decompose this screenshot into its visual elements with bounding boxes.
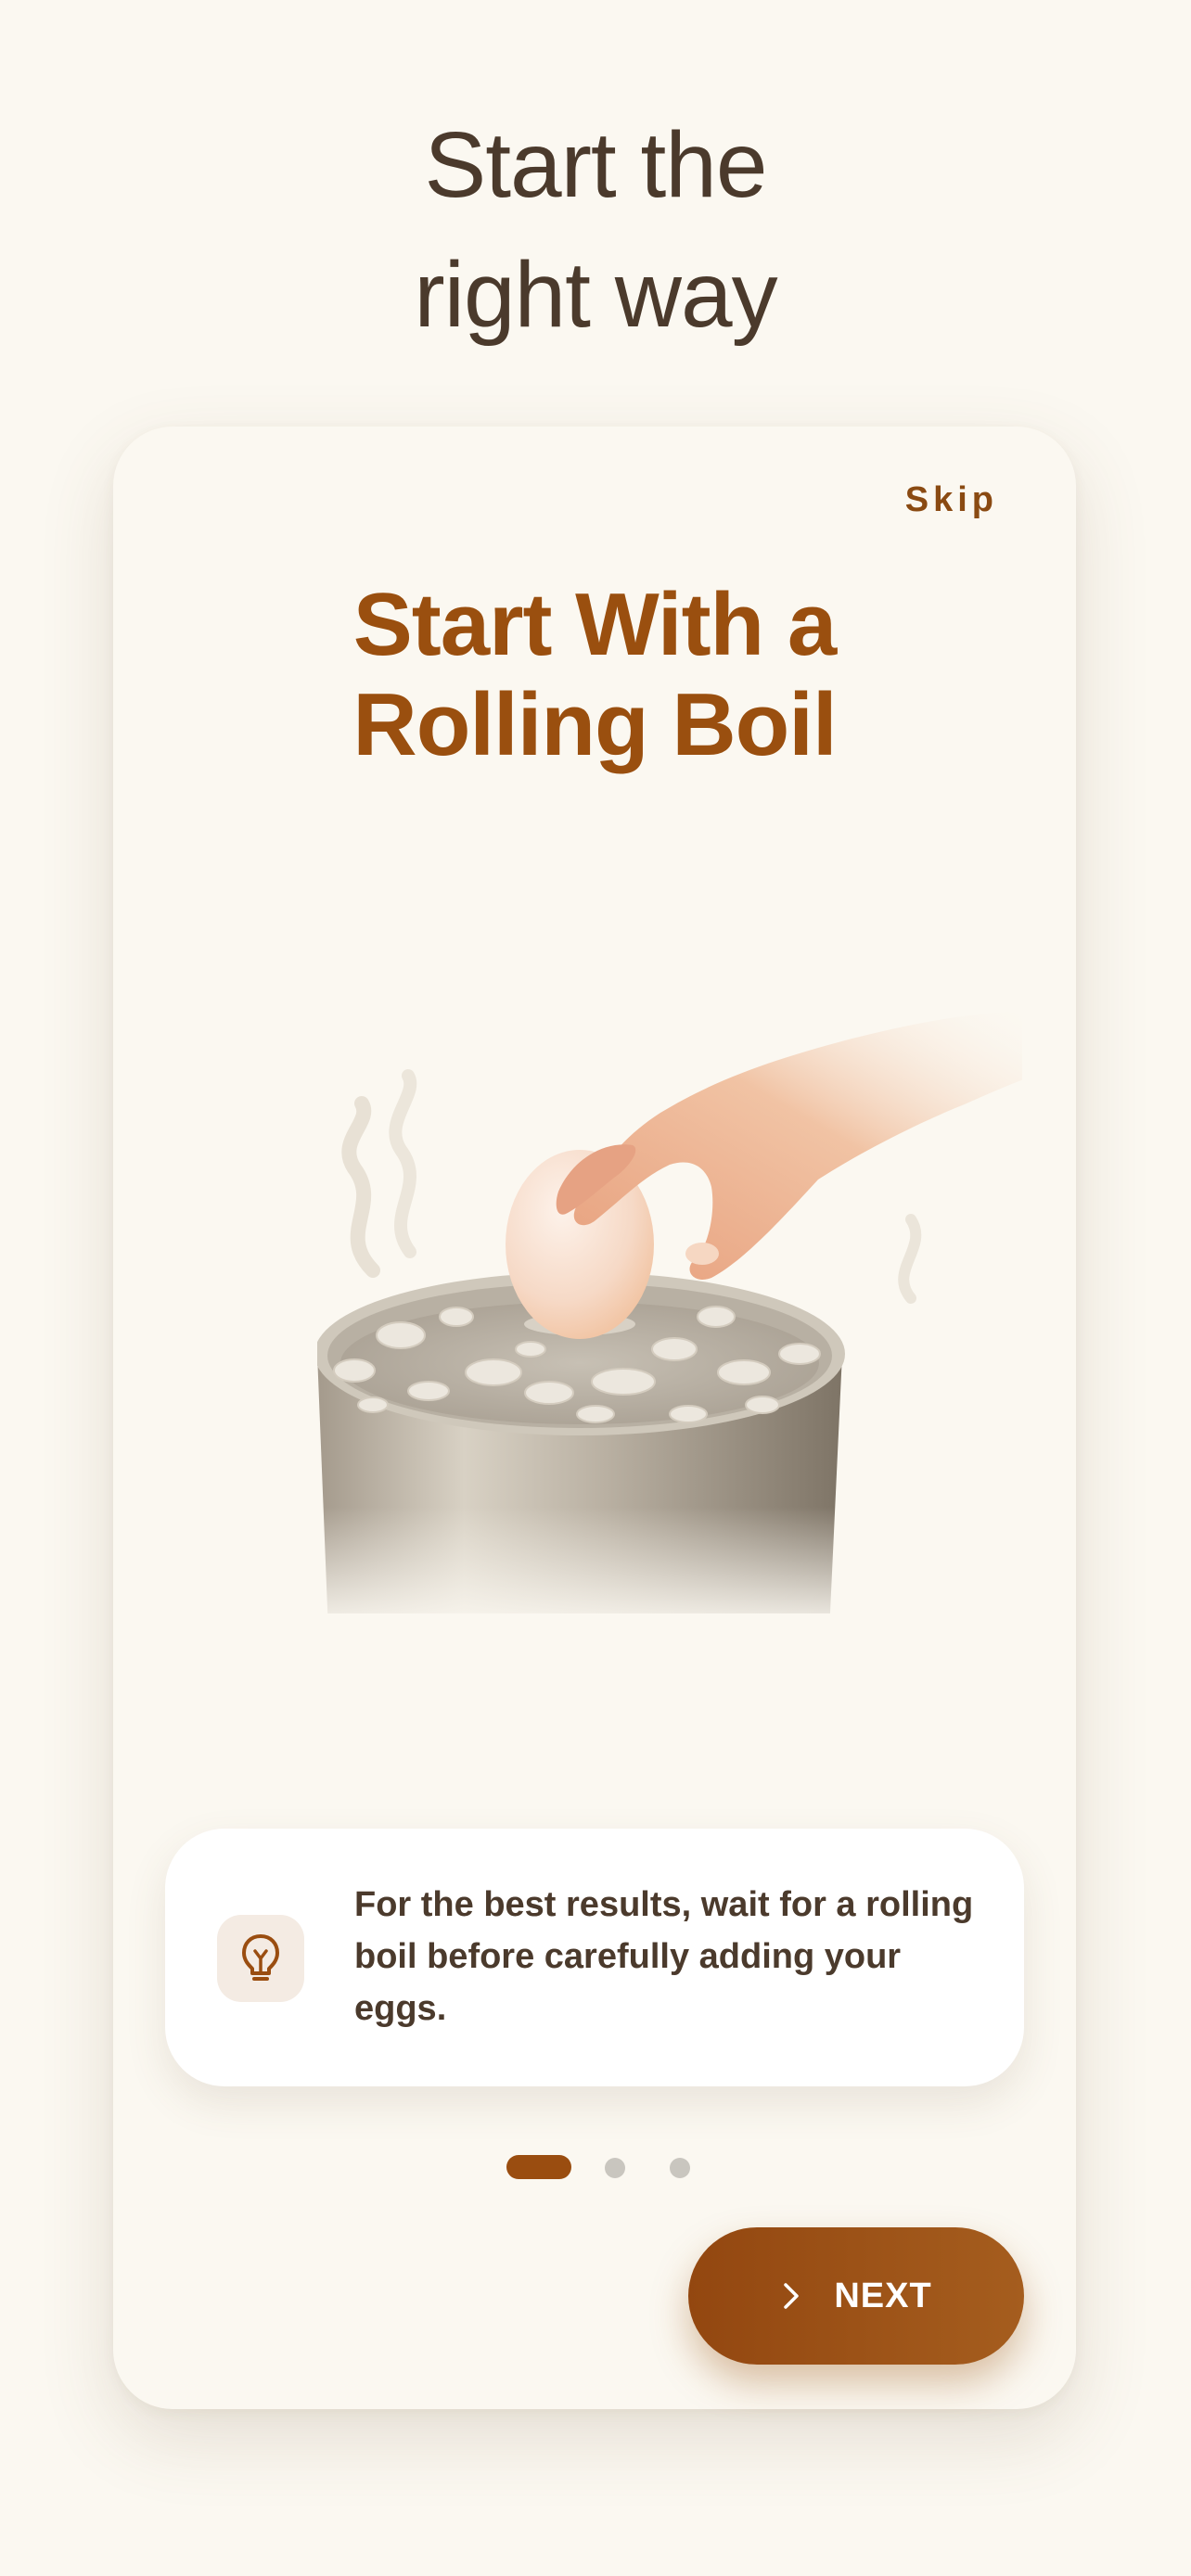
onboarding-card: Skip Start With a Rolling Boil For the b… — [113, 427, 1076, 2409]
pagination-dots — [113, 2155, 1076, 2179]
boiling-egg-illustration — [314, 983, 1036, 1632]
lightbulb-icon — [217, 1915, 304, 2002]
page-heading-line-2: right way — [414, 243, 777, 347]
page-indicator-1-active[interactable] — [506, 2155, 571, 2179]
skip-button[interactable]: Skip — [905, 480, 998, 520]
tip-text: For the best results, wait for a rolling… — [354, 1885, 974, 2028]
pot-and-egg-image — [314, 1011, 1036, 1632]
card-title: Start With a Rolling Boil — [113, 575, 1076, 775]
chevron-right-icon — [780, 2279, 802, 2313]
page-indicator-2[interactable] — [605, 2158, 625, 2178]
tip-card: For the best results, wait for a rolling… — [165, 1829, 1024, 2086]
card-title-line-1: Start With a — [352, 575, 838, 674]
next-button-label: NEXT — [834, 2276, 932, 2315]
next-button[interactable]: NEXT — [688, 2227, 1024, 2365]
page-heading: Start the right way — [0, 100, 1191, 360]
page-indicator-3[interactable] — [670, 2158, 690, 2178]
card-title-line-2: Rolling Boil — [352, 675, 837, 774]
page-heading-line-1: Start the — [424, 113, 768, 217]
